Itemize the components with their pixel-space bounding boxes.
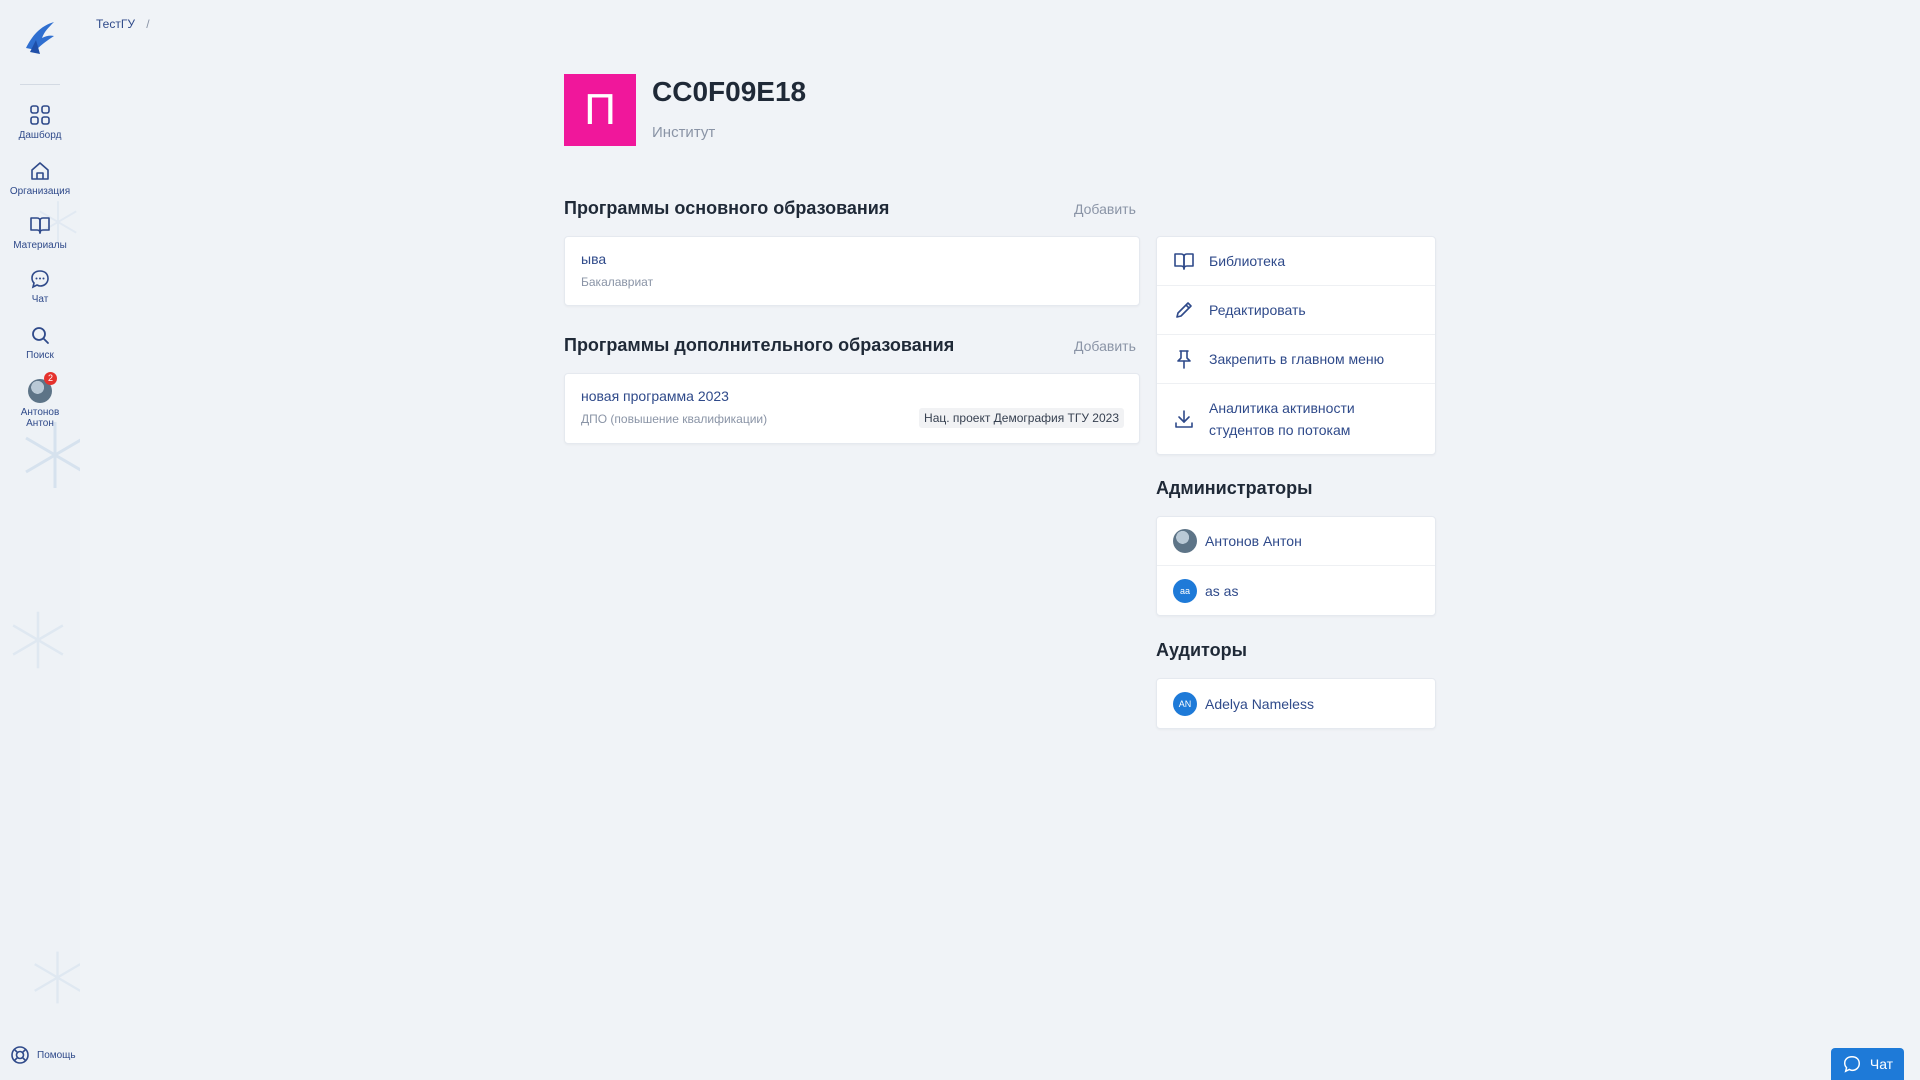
admins-list: Антонов Антон aa as as (1156, 516, 1436, 616)
sidebar: Дашборд Организация Материалы Чат Поиск … (0, 0, 80, 1080)
snowflake-decoration-icon (25, 422, 80, 488)
analytics-download-link[interactable]: Аналитика активности студентов по потока… (1157, 384, 1435, 454)
avatar: 2 (28, 372, 57, 403)
avatar (1173, 529, 1197, 553)
actions-menu: Библиотека Редактировать Закрепить в гла… (1156, 236, 1436, 455)
sidebar-item-label: Антонов Антон (20, 407, 60, 429)
sidebar-item-chat[interactable]: Чат (0, 268, 80, 305)
chat-widget-label: Чат (1869, 1056, 1894, 1072)
search-icon (32, 327, 49, 344)
breadcrumb-item-root[interactable]: ТестГУ (96, 17, 135, 31)
sidebar-item-label: Чат (31, 294, 49, 305)
person-name: Adelya Nameless (1205, 695, 1314, 712)
sidebar-item-organization[interactable]: Организация (0, 160, 80, 197)
add-main-program-button[interactable]: Добавить (1074, 201, 1136, 217)
auditors-list: AN Adelya Nameless (1156, 678, 1436, 729)
book-icon (30, 217, 50, 234)
admins-title: Администраторы (1156, 478, 1313, 498)
logo-icon[interactable] (22, 18, 58, 56)
add-extra-program-button[interactable]: Добавить (1074, 338, 1136, 354)
person-name: Антонов Антон (1205, 533, 1302, 549)
list-item[interactable]: aa as as (1157, 566, 1435, 615)
list-item[interactable]: Антонов Антон (1157, 517, 1435, 566)
sidebar-divider (20, 84, 60, 85)
main-programs-title: Программы основного образования (564, 198, 890, 218)
sidebar-item-label: Поиск (26, 350, 54, 361)
home-icon (31, 162, 49, 180)
analytics-label: Аналитика активности студентов по потока… (1209, 400, 1355, 438)
snowflake-decoration-icon (34, 951, 80, 1004)
organization-avatar: П (564, 74, 636, 146)
book-icon (1174, 253, 1194, 270)
program-type: Бакалавриат (581, 275, 654, 289)
pin-label: Закрепить в главном меню (1209, 351, 1385, 367)
snowflake-decoration-icon (12, 611, 64, 669)
avatar: aa (1173, 578, 1197, 603)
page-subtitle: Институт (652, 124, 716, 141)
program-card[interactable]: ыва Бакалавриат (564, 236, 1140, 306)
pencil-icon (1176, 302, 1192, 318)
edit-link[interactable]: Редактировать (1157, 286, 1435, 335)
library-link[interactable]: Библиотека (1157, 237, 1435, 286)
sidebar-item-materials[interactable]: Материалы (0, 214, 80, 251)
avatar: AN (1173, 691, 1197, 716)
edit-label: Редактировать (1209, 302, 1306, 318)
chat-widget-button[interactable]: Чат (1831, 1048, 1904, 1080)
lifebuoy-icon (11, 1046, 29, 1064)
notification-badge: 2 (44, 372, 57, 385)
sidebar-item-profile[interactable]: 2 Антонов Антон (0, 372, 80, 429)
library-label: Библиотека (1209, 253, 1286, 269)
chat-icon (31, 270, 49, 289)
download-icon (1175, 410, 1193, 428)
sidebar-item-label: Дашборд (18, 130, 62, 141)
list-item[interactable]: AN Adelya Nameless (1157, 679, 1435, 728)
sidebar-item-label: Организация (9, 186, 71, 197)
help-button[interactable]: Помощь (10, 1045, 76, 1065)
program-card[interactable]: новая программа 2023 ДПО (повышение квал… (564, 373, 1140, 444)
person-name: as as (1205, 582, 1239, 599)
breadcrumb: ТестГУ / (96, 17, 150, 31)
sidebar-item-search[interactable]: Поиск (0, 324, 80, 361)
program-name[interactable]: новая программа 2023 (581, 388, 1123, 404)
pin-icon (1177, 350, 1191, 369)
program-tag: Нац. проект Демография ТГУ 2023 (919, 408, 1124, 428)
program-name[interactable]: ыва (581, 251, 1123, 267)
help-label: Помощь (37, 1049, 76, 1061)
pin-link[interactable]: Закрепить в главном меню (1157, 335, 1435, 384)
page-title: CC0F09E18 (652, 76, 807, 107)
dashboard-icon (30, 105, 50, 125)
sidebar-item-label: Материалы (13, 240, 67, 251)
chat-icon (1843, 1055, 1860, 1073)
breadcrumb-separator: / (146, 17, 150, 31)
sidebar-item-dashboard[interactable]: Дашборд (0, 104, 80, 141)
auditors-title: Аудиторы (1156, 640, 1247, 660)
extra-programs-title: Программы дополнительного образования (564, 335, 955, 355)
